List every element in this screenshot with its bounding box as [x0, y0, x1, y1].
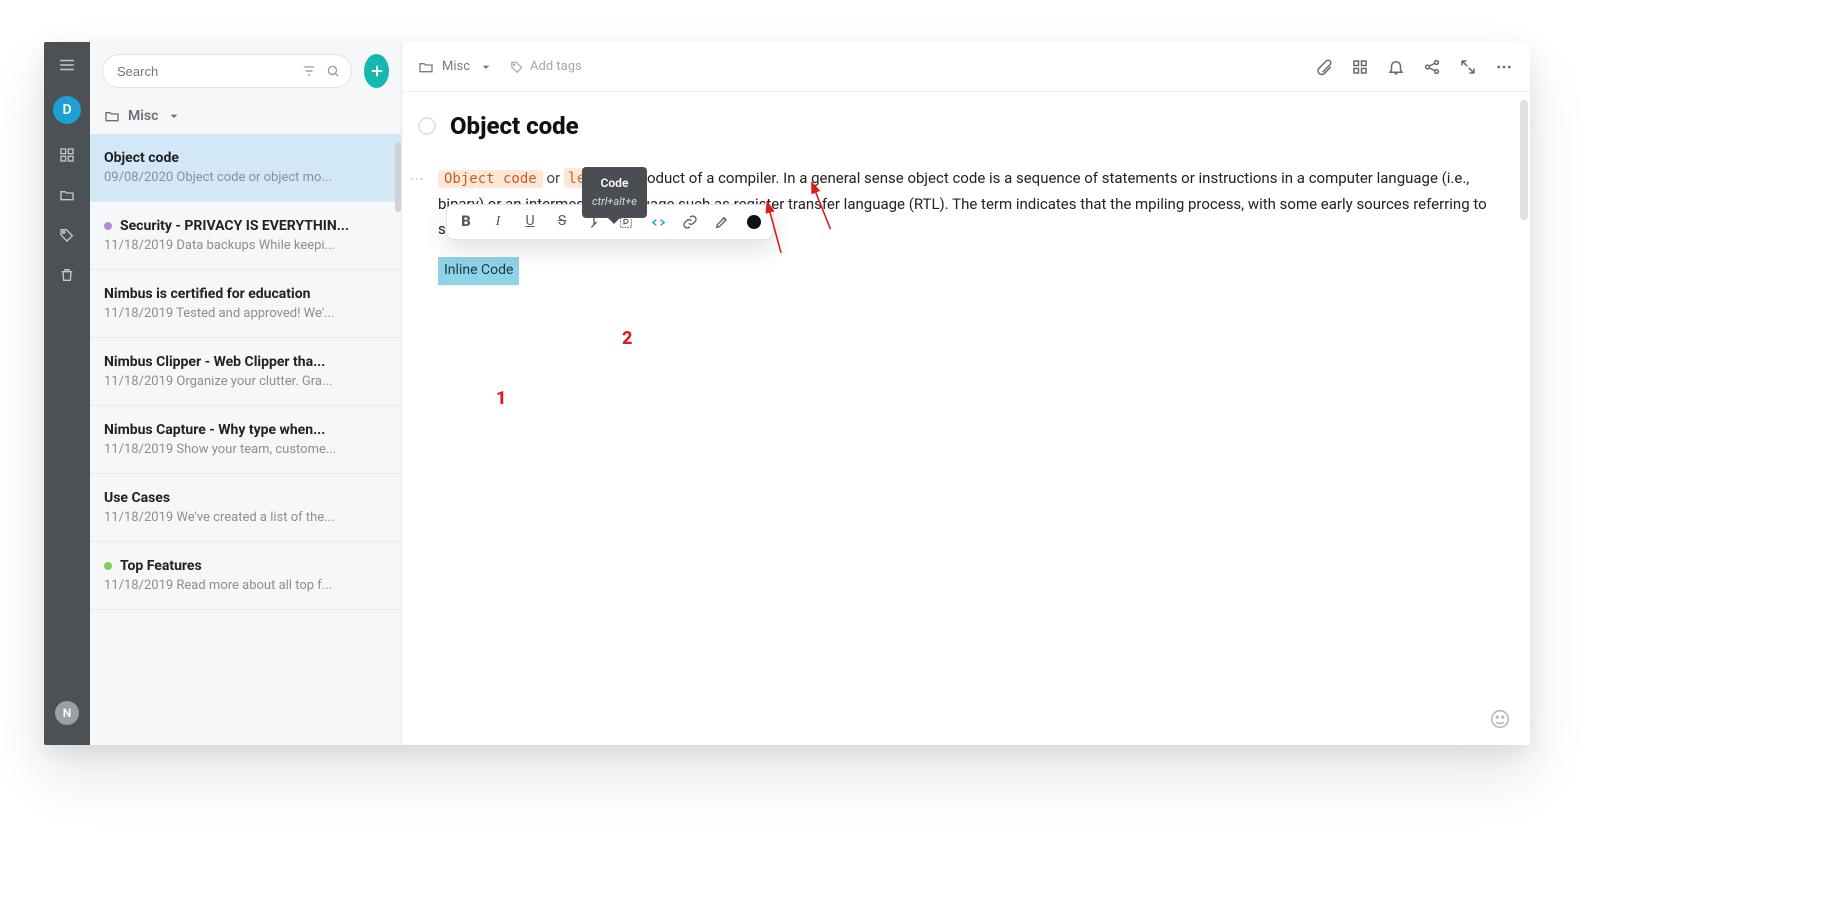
note-item[interactable]: Object code 09/08/2020 Object code or obj…	[90, 134, 401, 202]
annotation-label-2: 2	[622, 324, 632, 355]
tags-label: Add tags	[530, 59, 582, 74]
share-icon[interactable]	[1422, 57, 1442, 77]
notes-sidebar: Misc Object code 09/08/2020 Object code o…	[90, 42, 402, 745]
folder-icon[interactable]	[58, 186, 76, 204]
note-snippet: 11/18/2019 Tested and approved! We'...	[104, 306, 387, 321]
italic-button[interactable]: I	[487, 211, 509, 233]
text-format-toolbar[interactable]: Code ctrl+alt+e B I U S	[446, 204, 774, 240]
folder-header[interactable]: Misc	[90, 98, 401, 134]
attachment-icon[interactable]	[1314, 57, 1334, 77]
search-icon[interactable]	[325, 63, 341, 79]
paragraph-block[interactable]: ⋯ Object code or le is the product of a …	[408, 166, 1506, 285]
folder-name: Misc	[128, 108, 158, 124]
editor-body[interactable]: Object code ⋯ Object code or le is the p…	[402, 92, 1530, 745]
color-button[interactable]	[743, 211, 765, 233]
note-title: Nimbus Clipper - Web Clipper tha...	[104, 354, 387, 370]
note-snippet: 11/18/2019 Show your team, custome...	[104, 442, 387, 457]
link-button[interactable]	[679, 211, 701, 233]
note-item[interactable]: Nimbus Capture - Why type when... 11/18/2…	[90, 406, 401, 474]
bold-button[interactable]: B	[455, 211, 477, 233]
note-snippet: 09/08/2020 Object code or object mo...	[104, 170, 387, 185]
code-button[interactable]	[647, 211, 669, 233]
strikethrough-button[interactable]: S	[551, 211, 573, 233]
highlight-button[interactable]	[711, 211, 733, 233]
task-checkbox[interactable]	[418, 117, 436, 135]
color-dot-icon	[104, 222, 112, 230]
search-input[interactable]	[117, 64, 293, 79]
notes-list[interactable]: Object code 09/08/2020 Object code or obj…	[90, 134, 401, 745]
note-item[interactable]: Nimbus Clipper - Web Clipper tha... 11/18…	[90, 338, 401, 406]
add-tags-button[interactable]: Add tags	[510, 59, 582, 74]
left-rail: D N	[44, 42, 90, 745]
chevron-down-icon	[166, 108, 182, 124]
search-input-wrapper[interactable]	[102, 54, 352, 88]
sidebar-scrollbar[interactable]	[395, 142, 401, 212]
text-or: or	[546, 169, 560, 187]
inline-code-selected[interactable]: Inline Code	[438, 257, 519, 285]
workspace-avatar[interactable]: N	[55, 701, 79, 725]
note-title: Object code	[104, 150, 387, 166]
page-title[interactable]: Object code	[450, 112, 579, 140]
breadcrumb-label: Misc	[442, 59, 470, 74]
note-item[interactable]: Security - PRIVACY IS EVERYTHIN... 11/18/…	[90, 202, 401, 270]
editor-pane: Misc Add tags Object code	[402, 42, 1530, 745]
note-snippet: 11/18/2019 Data backups While keepi...	[104, 238, 387, 253]
tag-icon[interactable]	[58, 226, 76, 244]
note-snippet: 11/18/2019 We've created a list of the..…	[104, 510, 387, 525]
new-note-button[interactable]	[364, 54, 389, 88]
editor-header: Misc Add tags	[402, 42, 1530, 92]
expand-icon[interactable]	[1458, 57, 1478, 77]
grid-icon[interactable]	[58, 146, 76, 164]
tooltip-title: Code	[592, 173, 637, 193]
hamburger-icon[interactable]	[58, 56, 76, 74]
trash-icon[interactable]	[58, 266, 76, 284]
inline-code-1[interactable]: Object code	[438, 170, 543, 188]
user-avatar[interactable]: D	[53, 96, 81, 124]
underline-button[interactable]: U	[519, 211, 541, 233]
tooltip-code: Code ctrl+alt+e	[582, 167, 647, 218]
block-handle-icon[interactable]: ⋯	[410, 168, 425, 192]
more-icon[interactable]	[1494, 57, 1514, 77]
chevron-down-icon	[478, 59, 494, 75]
app-window: D N	[44, 42, 1530, 745]
note-title: Security - PRIVACY IS EVERYTHIN...	[104, 218, 387, 234]
tooltip-shortcut: ctrl+alt+e	[592, 193, 637, 212]
breadcrumb[interactable]: Misc	[418, 59, 494, 75]
note-title: Use Cases	[104, 490, 387, 506]
filter-icon[interactable]	[301, 63, 317, 79]
note-title: Nimbus Capture - Why type when...	[104, 422, 387, 438]
note-item[interactable]: Use Cases 11/18/2019 We've created a list…	[90, 474, 401, 542]
color-dot-icon	[104, 562, 112, 570]
editor-scrollbar[interactable]	[1520, 100, 1528, 220]
emoji-button[interactable]	[1488, 707, 1512, 731]
apps-icon[interactable]	[1350, 57, 1370, 77]
note-title: Top Features	[104, 558, 387, 574]
note-snippet: 11/18/2019 Read more about all top f...	[104, 578, 387, 593]
reminder-icon[interactable]	[1386, 57, 1406, 77]
note-snippet: 11/18/2019 Organize your clutter. Gra...	[104, 374, 387, 389]
note-item[interactable]: Top Features 11/18/2019 Read more about a…	[90, 542, 401, 610]
note-item[interactable]: Nimbus is certified for education 11/18/2…	[90, 270, 401, 338]
note-title: Nimbus is certified for education	[104, 286, 387, 302]
annotation-label-1: 1	[496, 384, 506, 415]
